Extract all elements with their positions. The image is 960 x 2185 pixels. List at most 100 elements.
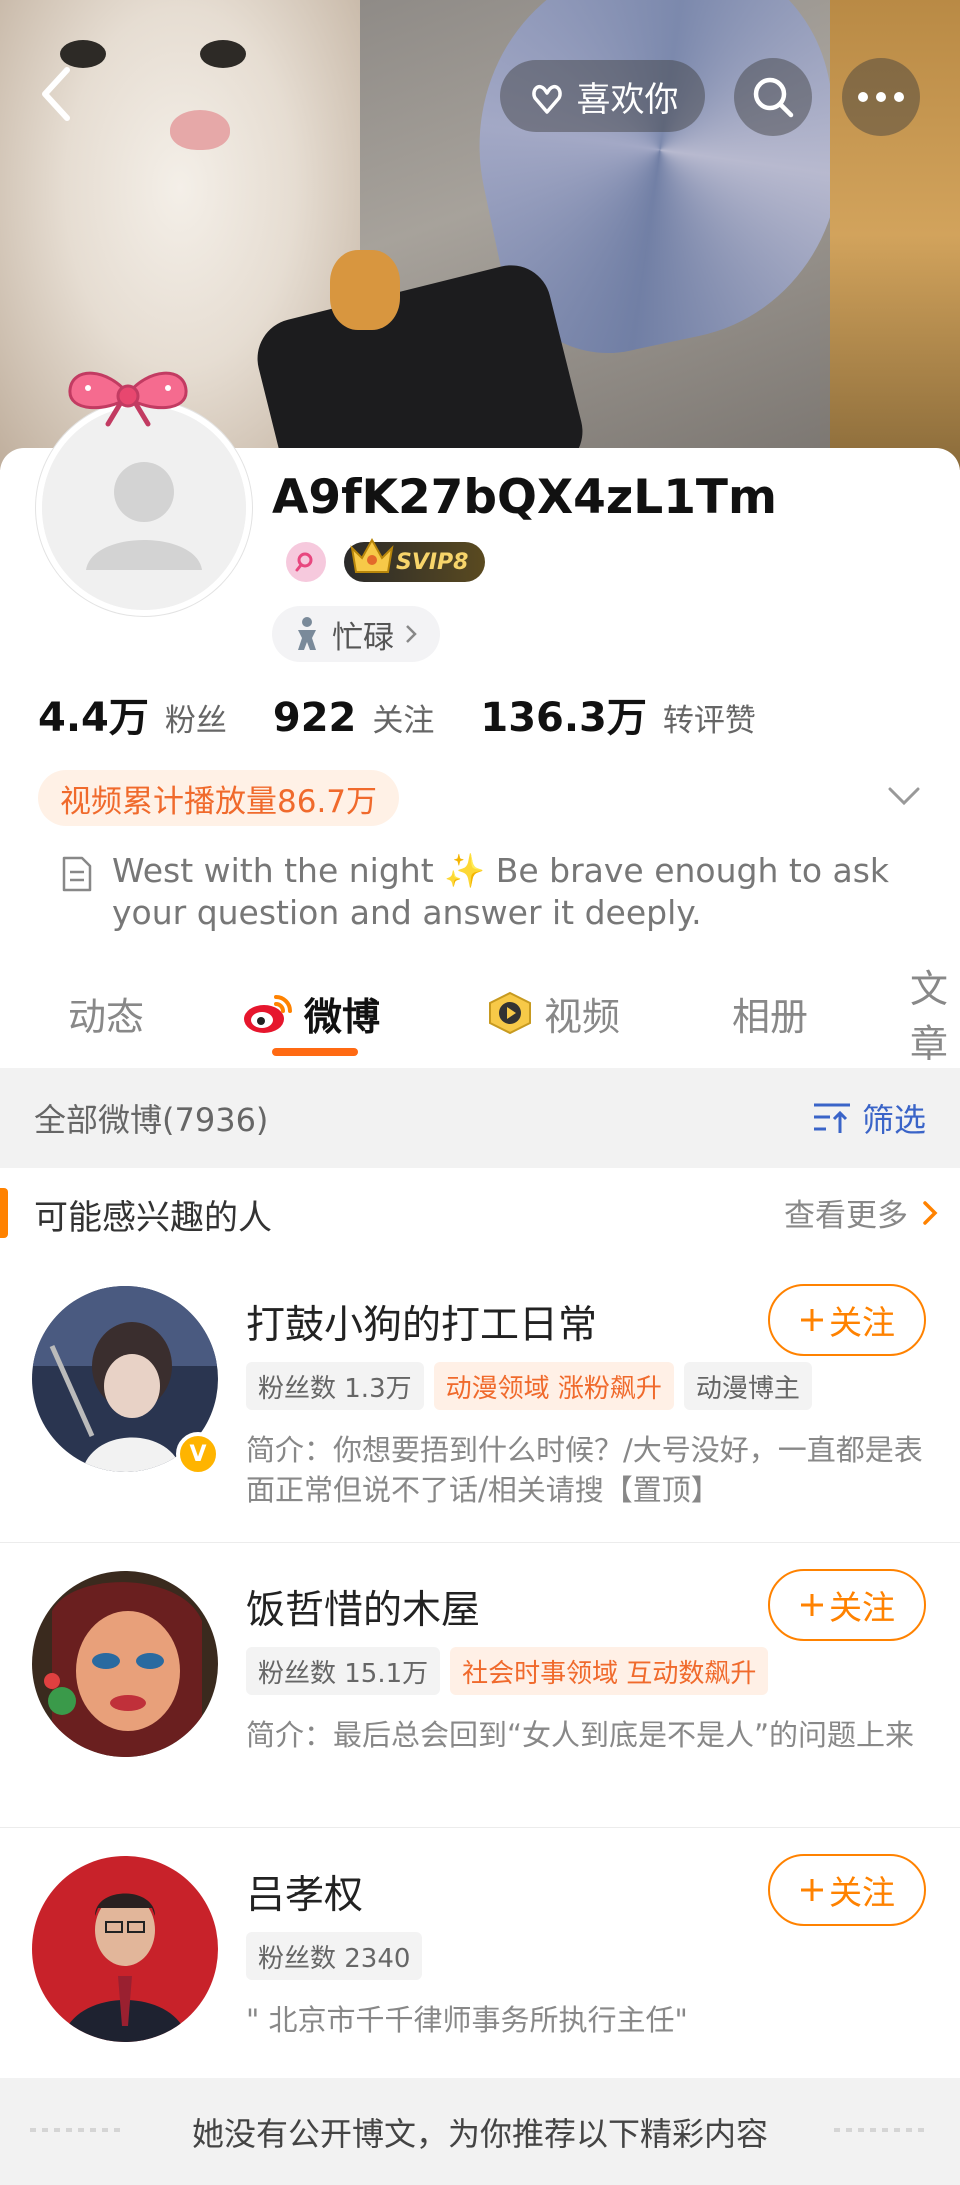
no-public-posts-notice: 她没有公开博文，为你推荐以下精彩内容: [0, 2078, 960, 2185]
trending-tag: 社会时事领域 互动数飙升: [450, 1647, 769, 1695]
user-intro: 简介：你想要捂到什么时候？/大号没好，一直都是表面正常但说不了话/相关请搜【置顶…: [246, 1433, 923, 1507]
tab-dynamic[interactable]: 动态: [68, 978, 144, 1048]
profile-tabs: 动态 微博 视频 相册 文章: [0, 960, 960, 1070]
chevron-down-icon: [888, 787, 920, 806]
tab-label: 视频: [544, 994, 621, 1039]
tab-label: 动态: [68, 994, 145, 1039]
expand-profile-button[interactable]: [882, 774, 926, 818]
more-dots-icon: [858, 92, 904, 102]
user-avatar[interactable]: [32, 1856, 218, 2042]
username: A9fK27bQX4zL1Tm: [272, 470, 777, 525]
filter-button[interactable]: 筛选: [812, 1095, 926, 1141]
stat-engagement[interactable]: 136.3万 转评赞: [480, 685, 756, 743]
stat-value: 4.4万: [38, 695, 149, 741]
see-more-label: 查看更多: [784, 1198, 908, 1234]
follow-button[interactable]: 关注: [768, 1569, 926, 1641]
user-name[interactable]: 饭哲惜的木屋: [246, 1579, 480, 1635]
svip-badge[interactable]: SVIP8: [344, 537, 485, 582]
tab-album[interactable]: 相册: [732, 978, 808, 1048]
top-bar: 喜欢你: [0, 0, 960, 190]
filter-label: 筛选: [861, 1101, 926, 1139]
user-intro: 简介：最后总会回到“女人到底是不是人”的问题上来: [246, 1718, 915, 1752]
follower-count-tag: 粉丝数 1.3万: [246, 1362, 424, 1410]
magnifier-badge-icon: [295, 552, 313, 572]
follow-label: 关注: [829, 1588, 895, 1627]
section-accent-bar: [0, 1188, 8, 1238]
video-views-pill[interactable]: 视频累计播放量86.7万: [38, 770, 400, 826]
notice-divider: [30, 2128, 126, 2132]
badge-row: SVIP8: [286, 537, 485, 584]
profile-stats: 4.4万 粉丝 922 关注 136.3万 转评赞: [38, 685, 802, 743]
user-tags: 粉丝数 15.1万 社会时事领域 互动数飙升: [246, 1647, 769, 1695]
follow-label: 关注: [829, 1303, 895, 1342]
tab-article[interactable]: 文章: [910, 967, 960, 1066]
user-photo: [32, 1856, 218, 2042]
feed-header: 全部微博(7936) 筛选: [0, 1068, 960, 1168]
video-badge-icon: [489, 991, 531, 1035]
filter-sort-icon: [813, 1103, 850, 1133]
status-label: 忙碌: [332, 619, 394, 656]
busy-person-icon: [298, 617, 316, 650]
chevron-right-icon: [406, 625, 417, 643]
category-tag: 动漫博主: [683, 1362, 812, 1410]
chevron-left-icon: [42, 67, 70, 121]
follower-count-tag: 粉丝数 2340: [246, 1932, 423, 1980]
user-tags: 粉丝数 2340: [246, 1932, 423, 1980]
search-button[interactable]: [734, 58, 812, 136]
see-more-link[interactable]: 查看更多: [784, 1190, 938, 1235]
bow-decoration-icon: [68, 371, 188, 427]
suggested-user-card[interactable]: 吕孝权 关注 粉丝数 2340 " 北京市千千律师事务所执行主任": [0, 1828, 960, 2112]
suggested-user-card[interactable]: V 打鼓小狗的打工日常 关注 粉丝数 1.3万 动漫领域 涨粉飙升 动漫博主 简…: [0, 1258, 960, 1543]
user-intro: " 北京市千千律师事务所执行主任": [246, 2003, 688, 2037]
default-avatar-icon: [42, 406, 246, 610]
like-you-label: 喜欢你: [576, 79, 679, 120]
avatar[interactable]: [36, 400, 252, 616]
like-you-button[interactable]: 喜欢你: [500, 60, 705, 132]
stat-followers[interactable]: 4.4万 粉丝: [38, 685, 227, 743]
suggestions-header: 可能感兴趣的人 查看更多: [0, 1168, 960, 1259]
trending-tag: 动漫领域 涨粉飙升: [433, 1362, 674, 1410]
user-name[interactable]: 吕孝权: [246, 1864, 363, 1920]
back-button[interactable]: [28, 62, 84, 126]
stat-value: 922: [272, 695, 357, 741]
tab-video[interactable]: 视频: [486, 978, 620, 1048]
search-icon: [753, 77, 794, 118]
user-photo: [32, 1571, 218, 1757]
tab-label: 文章: [910, 967, 949, 1066]
user-avatar[interactable]: [32, 1571, 218, 1757]
stat-following[interactable]: 922 关注: [273, 695, 435, 741]
stat-label: 关注: [372, 703, 435, 739]
status-pill[interactable]: 忙碌: [272, 606, 440, 662]
plus-icon: [801, 1879, 823, 1901]
follower-count-tag: 粉丝数 15.1万: [246, 1647, 441, 1695]
feed-count: 全部微博(7936): [34, 1101, 269, 1139]
bio-text: West with the night ✨ Be brave enough to…: [112, 851, 890, 932]
stat-label: 粉丝: [164, 703, 227, 739]
notice-text: 她没有公开博文，为你推荐以下精彩内容: [191, 2114, 768, 2153]
document-icon: [62, 856, 92, 892]
plus-icon: [801, 1309, 823, 1331]
crown-icon: [350, 537, 394, 573]
stat-label: 转评赞: [662, 703, 756, 739]
chevron-right-icon: [923, 1200, 938, 1225]
follow-button[interactable]: 关注: [768, 1854, 926, 1926]
pink-search-badge[interactable]: [286, 542, 326, 582]
suggested-user-card[interactable]: 饭哲惜的木屋 关注 粉丝数 15.1万 社会时事领域 互动数飙升 简介：最后总会…: [0, 1543, 960, 1828]
heart-hand-icon: [531, 85, 562, 114]
weibo-logo-icon: [244, 995, 292, 1033]
tab-label: 微博: [304, 994, 381, 1039]
suggestions-title: 可能感兴趣的人: [34, 1198, 272, 1238]
more-button[interactable]: [842, 58, 920, 136]
plus-icon: [801, 1594, 823, 1616]
svip-label: SVIP8: [396, 549, 469, 575]
user-tags: 粉丝数 1.3万 动漫领域 涨粉飙升 动漫博主: [246, 1362, 812, 1410]
follow-button[interactable]: 关注: [768, 1284, 926, 1356]
stat-value: 136.3万: [480, 695, 647, 741]
user-name[interactable]: 打鼓小狗的打工日常: [246, 1294, 597, 1350]
tab-weibo[interactable]: 微博: [242, 978, 380, 1048]
verified-badge-icon: V: [176, 1432, 220, 1476]
active-tab-indicator: [272, 1048, 358, 1056]
notice-divider: [834, 2128, 930, 2132]
tab-label: 相册: [732, 994, 809, 1039]
cover-paw: [330, 250, 400, 330]
